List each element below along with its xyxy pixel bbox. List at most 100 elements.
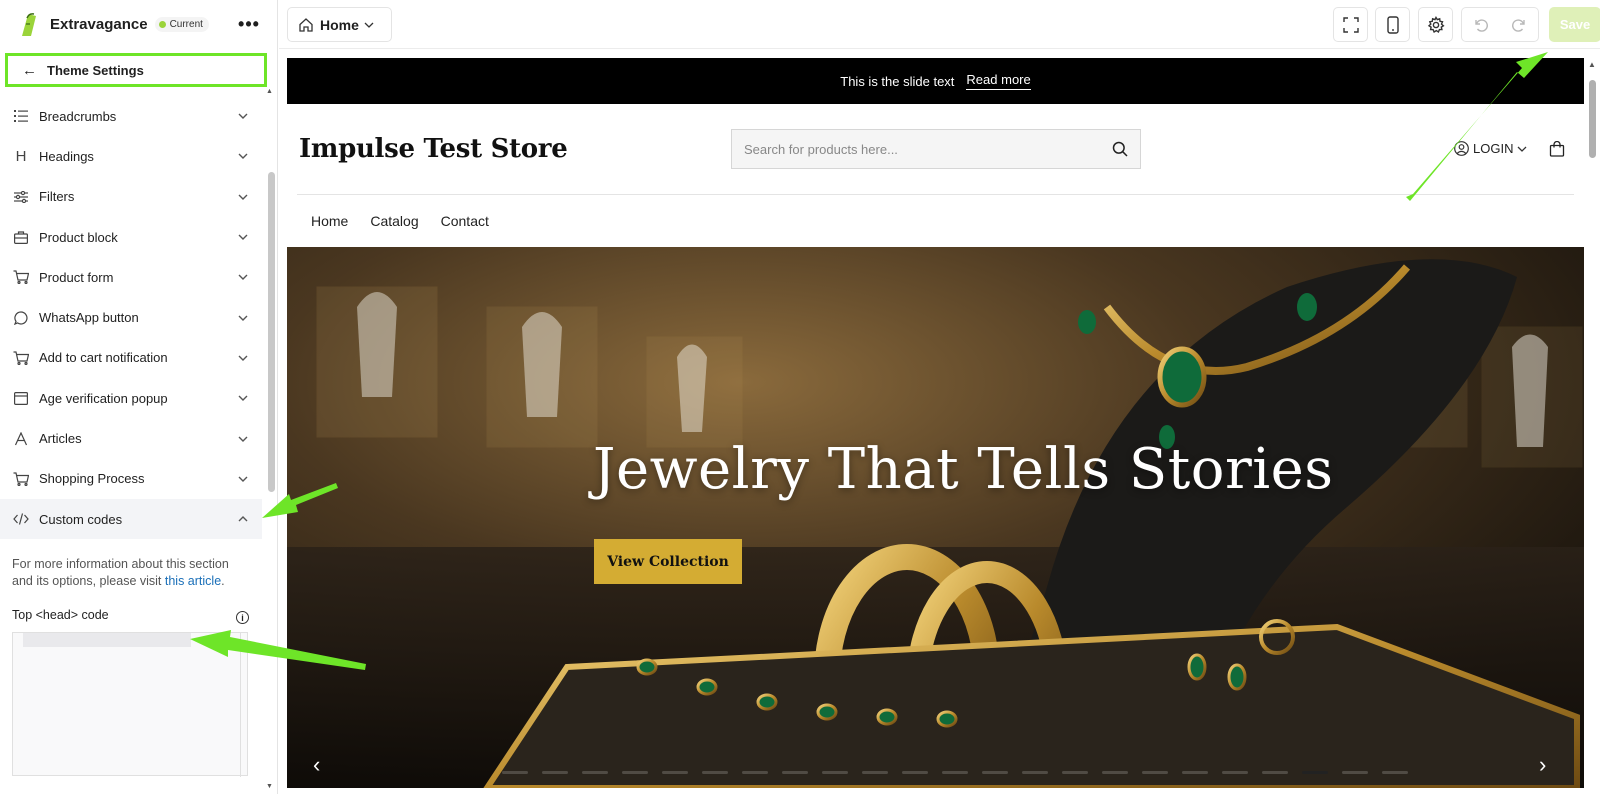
slide-indicators (502, 771, 1408, 774)
preview-scrollbar-thumb[interactable] (1589, 80, 1596, 158)
slide-dot[interactable] (1262, 771, 1288, 774)
heading-icon: H (15, 147, 27, 165)
sidebar-item-label: Age verification popup (39, 390, 168, 406)
store-search-input[interactable]: Search for products here... (731, 129, 1141, 169)
login-menu[interactable]: LOGIN (1454, 141, 1532, 156)
chat-icon (12, 309, 30, 327)
user-icon (1454, 141, 1469, 156)
search-icon[interactable] (1112, 141, 1128, 157)
chevron-down-icon (238, 315, 248, 321)
redo-button[interactable] (1500, 8, 1538, 41)
chevron-up-icon (238, 516, 248, 522)
sidebar-item-age-verification-popup[interactable]: Age verification popup (0, 378, 262, 418)
sidebar-item-custom-codes[interactable]: Custom codes (0, 498, 262, 540)
slide-dot[interactable] (742, 771, 768, 774)
text-icon (12, 430, 30, 448)
theme-editor-sidebar: Extravagance Current ••• ← Theme Setting… (0, 0, 278, 794)
app-logo-icon (22, 12, 36, 36)
read-more-link[interactable]: Read more (966, 72, 1031, 90)
more-options-button[interactable]: ••• (237, 13, 261, 37)
section-info-text: For more information about this section … (12, 556, 252, 590)
sidebar-item-whatsapp-button[interactable]: WhatsApp button (0, 297, 262, 337)
sidebar-item-articles[interactable]: Articles (0, 418, 262, 458)
list-icon (12, 107, 30, 125)
slide-dot-active[interactable] (1302, 771, 1328, 774)
slide-dot[interactable] (1022, 771, 1048, 774)
slide-dot[interactable] (1222, 771, 1248, 774)
home-icon (299, 17, 313, 32)
slide-dot[interactable] (1062, 771, 1088, 774)
fullscreen-icon (1342, 16, 1359, 33)
save-button[interactable]: Save (1549, 7, 1600, 42)
fullscreen-button[interactable] (1333, 7, 1368, 42)
slide-dot[interactable] (542, 771, 568, 774)
slide-dot[interactable] (1142, 771, 1168, 774)
slide-dot[interactable] (982, 771, 1008, 774)
app-name: Extravagance (50, 16, 148, 33)
chevron-down-icon (238, 274, 248, 281)
nav-link-catalog[interactable]: Catalog (370, 213, 418, 229)
slide-dot[interactable] (942, 771, 968, 774)
slide-prev-arrow-icon[interactable]: ‹ (313, 752, 320, 778)
undo-redo-group (1461, 7, 1539, 42)
sidebar-scroll-up-icon[interactable]: ▲ (266, 88, 273, 95)
code-editor-divider (240, 633, 241, 777)
sidebar-item-add-to-cart-notification[interactable]: Add to cart notification (0, 338, 262, 378)
slide-dot[interactable] (1382, 771, 1408, 774)
sidebar-item-label: Product form (39, 269, 114, 285)
this-article-link[interactable]: this article (165, 574, 221, 588)
info-icon[interactable]: i (236, 611, 249, 624)
slide-next-arrow-icon[interactable]: › (1539, 752, 1546, 778)
sidebar-scroll-down-icon[interactable]: ▼ (266, 783, 273, 790)
nav-link-home[interactable]: Home (311, 213, 348, 229)
sidebar-item-headings[interactable]: H Headings (0, 136, 262, 176)
slide-dot[interactable] (822, 771, 848, 774)
sidebar-item-product-block[interactable]: Product block (0, 217, 262, 257)
mobile-view-button[interactable] (1375, 7, 1410, 42)
slide-dot[interactable] (862, 771, 888, 774)
slide-dot[interactable] (622, 771, 648, 774)
info-text-suffix: . (221, 574, 225, 588)
hero-title: Jewelry That Tells Stories (593, 437, 1334, 502)
sidebar-scrollbar-thumb[interactable] (268, 172, 275, 492)
undo-button[interactable] (1462, 8, 1500, 41)
chevron-down-icon (1518, 146, 1527, 152)
store-preview: This is the slide text Read more Impulse… (287, 58, 1584, 788)
current-badge-label: Current (169, 19, 203, 30)
slide-dot[interactable] (702, 771, 728, 774)
view-collection-button[interactable]: View Collection (594, 539, 742, 584)
editor-toolbar: Home Save (279, 0, 1600, 49)
sidebar-item-label: Add to cart notification (39, 350, 168, 366)
sidebar-item-shopping-process[interactable]: Shopping Process (0, 459, 262, 499)
slide-dot[interactable] (902, 771, 928, 774)
chevron-down-icon (238, 234, 248, 241)
top-head-code-label: Top <head> code (12, 608, 109, 622)
top-head-code-editor[interactable] (12, 632, 248, 777)
sidebar-item-product-form[interactable]: Product form (0, 257, 262, 297)
store-logo-title[interactable]: Impulse Test Store (299, 134, 568, 164)
nav-link-contact[interactable]: Contact (441, 213, 489, 229)
sidebar-item-label: Articles (39, 431, 82, 447)
chevron-down-icon (238, 113, 248, 120)
sidebar-item-breadcrumbs[interactable]: Breadcrumbs (0, 96, 262, 136)
cart-button[interactable] (1549, 140, 1565, 162)
sidebar-item-label: Shopping Process (39, 471, 145, 487)
code-icon (12, 510, 30, 528)
slide-dot[interactable] (582, 771, 608, 774)
settings-button[interactable] (1418, 7, 1453, 42)
announcement-bar: This is the slide text Read more (287, 58, 1584, 104)
current-badge: Current (154, 17, 209, 32)
slide-dot[interactable] (1182, 771, 1208, 774)
slide-dot[interactable] (662, 771, 688, 774)
page-selector[interactable]: Home (287, 7, 392, 42)
undo-icon (1475, 18, 1488, 32)
slide-dot[interactable] (1102, 771, 1128, 774)
preview-scroll-up-icon[interactable]: ▲ (1588, 60, 1596, 69)
back-to-theme-settings-button[interactable]: ← Theme Settings (5, 53, 267, 87)
chevron-down-icon (238, 476, 248, 482)
slide-dot[interactable] (782, 771, 808, 774)
settings-section-list: Breadcrumbs H Headings Filters Product b… (0, 96, 262, 540)
sidebar-item-filters[interactable]: Filters (0, 177, 262, 217)
slide-dot[interactable] (502, 771, 528, 774)
slide-dot[interactable] (1342, 771, 1368, 774)
